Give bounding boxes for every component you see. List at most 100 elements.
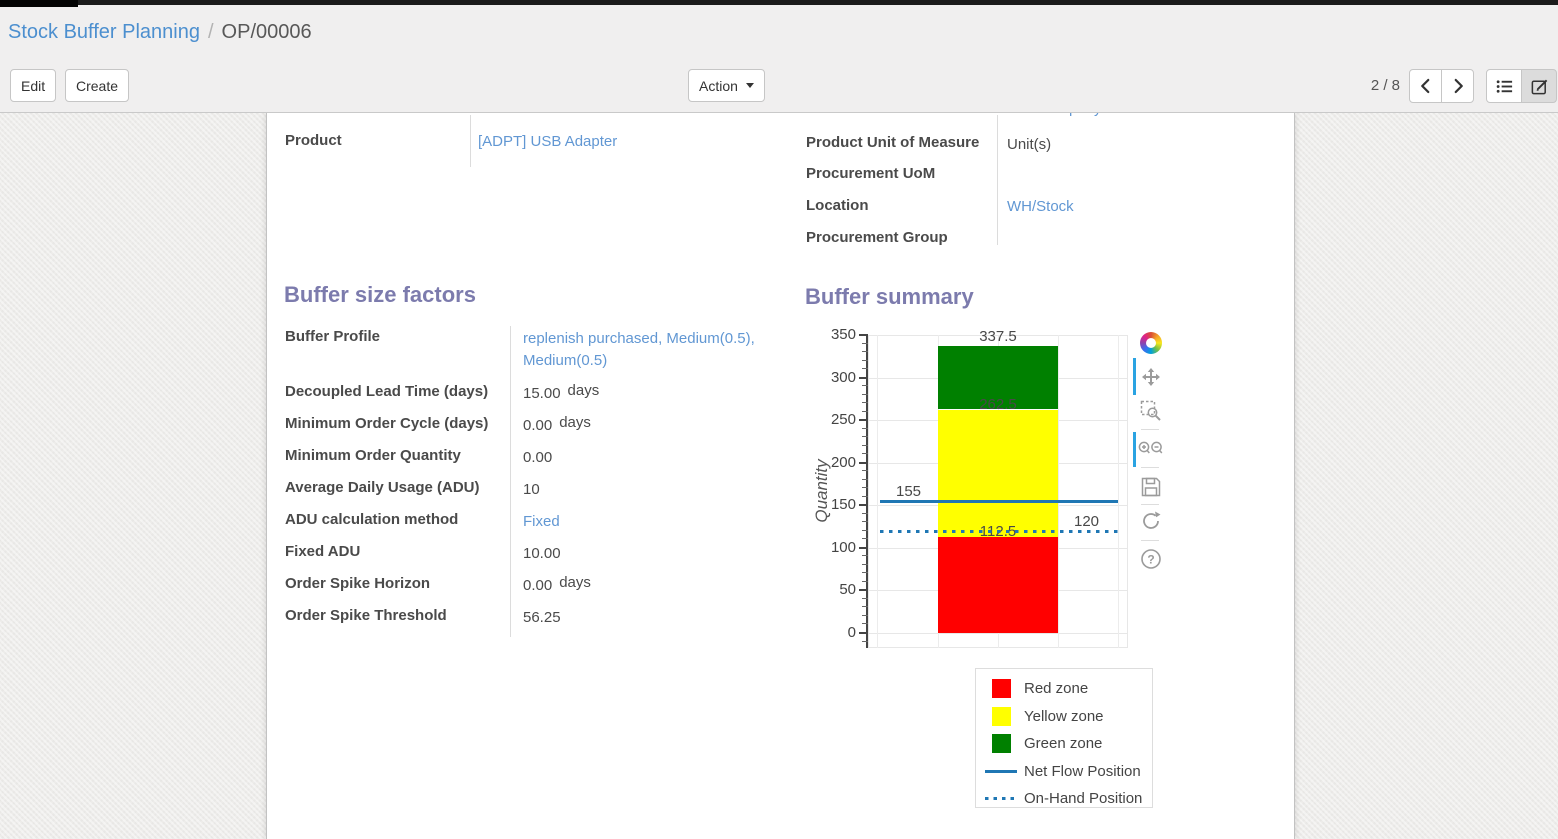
red-zone-swatch-icon — [984, 679, 1018, 698]
y-tick-minor — [862, 470, 868, 471]
y-tick-minor — [862, 479, 868, 480]
legend-item-yellow-zone[interactable]: Yellow zone — [976, 703, 1152, 731]
y-axis-line — [866, 335, 868, 648]
y-tick-label: 250 — [806, 411, 856, 429]
breadcrumb-current: OP/00006 — [222, 21, 312, 43]
action-dropdown-button[interactable]: Action — [688, 69, 765, 102]
y-tick-minor — [862, 538, 868, 539]
modebar-divider — [1141, 467, 1159, 468]
y-tick-minor — [862, 343, 868, 344]
spike-threshold-value: 56.25 — [523, 609, 561, 626]
y-tick-minor — [862, 555, 868, 556]
plotly-modebar: ? — [1132, 325, 1178, 585]
y-tick-minor — [862, 487, 868, 488]
legend-item-red-zone[interactable]: Red zone — [976, 675, 1152, 703]
buffer-size-factors-title: Buffer size factors — [284, 282, 476, 308]
navbar-active-tab[interactable] — [0, 0, 78, 7]
fixed-adu-label: Fixed ADU — [285, 541, 510, 573]
moq-value: 0.00 — [523, 449, 552, 466]
procurement-group-field-label: Procurement Group — [806, 229, 948, 246]
buffer-summary-chart: Quantity — [806, 325, 1186, 660]
control-panel: Stock Buffer Planning / OP/00006 Edit Crea… — [0, 0, 1558, 113]
field-row: Average Daily Usage (ADU) 10 — [285, 477, 785, 509]
adu-value: 10 — [523, 481, 540, 498]
product-field-value[interactable]: [ADPT] USB Adapter — [478, 133, 617, 150]
spike-horizon-value: 0.00 — [523, 577, 552, 594]
y-tick-minor — [862, 351, 868, 352]
field-separator — [997, 115, 998, 245]
y-tick-minor — [862, 606, 868, 607]
list-view-button[interactable] — [1486, 69, 1522, 103]
save-image-icon[interactable] — [1138, 474, 1164, 500]
pager-previous-button[interactable] — [1409, 69, 1442, 103]
pan-icon[interactable] — [1138, 364, 1164, 390]
pager-next-button[interactable] — [1441, 69, 1474, 103]
field-row: Decoupled Lead Time (days) 15.00days — [285, 381, 785, 413]
modebar-divider — [1141, 429, 1159, 430]
form-view-icon — [1530, 77, 1549, 96]
y-tick-minor — [862, 436, 868, 437]
y-tick-major — [859, 547, 868, 549]
product-field-label: Product — [285, 132, 342, 149]
modebar-divider — [1141, 540, 1159, 541]
y-tick-major — [859, 589, 868, 591]
breadcrumb-separator: / — [208, 21, 214, 43]
buffer-profile-value[interactable]: replenish purchased, Medium(0.5), Medium… — [523, 328, 775, 372]
field-separator — [470, 115, 471, 167]
breadcrumb-parent-link[interactable]: Stock Buffer Planning — [8, 21, 200, 43]
field-row: Minimum Order Quantity 0.00 — [285, 445, 785, 477]
y-tick-minor — [862, 521, 868, 522]
legend-item-green-zone[interactable]: Green zone — [976, 730, 1152, 758]
caret-down-icon — [746, 83, 754, 88]
spike-horizon-label: Order Spike Horizon — [285, 573, 510, 605]
bar-value-label: 337.5 — [938, 329, 1058, 344]
pager-counter: 2 / 8 — [1338, 69, 1400, 102]
buffer-size-factors-group: Buffer Profile replenish purchased, Medi… — [285, 326, 785, 637]
field-row: Fixed ADU 10.00 — [285, 541, 785, 573]
y-tick-label: 200 — [806, 454, 856, 472]
company-field-clipped: YourCompany — [1007, 113, 1147, 117]
line-value-label: 155 — [896, 484, 921, 499]
procurement-uom-field-label: Procurement UoM — [806, 165, 935, 182]
create-button[interactable]: Create — [65, 69, 129, 102]
location-field-value[interactable]: WH/Stock — [1007, 198, 1074, 215]
edit-button[interactable]: Edit — [10, 69, 56, 102]
bar-segment-yellow-zone — [938, 410, 1058, 538]
y-tick-label: 0 — [806, 624, 856, 642]
help-icon[interactable]: ? — [1138, 546, 1164, 572]
y-tick-major — [859, 419, 868, 421]
reset-axes-icon[interactable] — [1138, 508, 1164, 534]
legend-label: On-Hand Position — [1024, 790, 1142, 807]
plotly-logo-icon[interactable] — [1140, 332, 1162, 354]
field-row: Order Spike Horizon 0.00days — [285, 573, 785, 605]
box-zoom-icon[interactable] — [1138, 398, 1164, 424]
y-tick-minor — [862, 411, 868, 412]
legend-item-net-flow-position[interactable]: Net Flow Position — [976, 758, 1152, 786]
dlt-suffix: days — [568, 382, 600, 399]
form-view-button[interactable] — [1521, 69, 1557, 103]
moq-label: Minimum Order Quantity — [285, 445, 510, 477]
y-tick-label: 300 — [806, 369, 856, 387]
create-button-label: Create — [76, 78, 118, 94]
location-field-label: Location — [806, 197, 869, 214]
y-tick-minor — [862, 598, 868, 599]
y-tick-minor — [862, 530, 868, 531]
dlt-value: 15.00 — [523, 385, 561, 402]
legend-label: Red zone — [1024, 680, 1088, 697]
moc-suffix: days — [559, 414, 591, 431]
legend-label: Yellow zone — [1024, 708, 1104, 725]
adu-method-value[interactable]: Fixed — [523, 513, 560, 530]
action-button-label: Action — [699, 78, 738, 94]
gridline-vertical — [1058, 335, 1059, 648]
y-tick-major — [859, 632, 868, 634]
gridline-vertical — [877, 335, 878, 648]
zoom-in-out-icon[interactable] — [1138, 436, 1164, 462]
field-row: Minimum Order Cycle (days) 0.00days — [285, 413, 785, 445]
view-switcher — [1486, 69, 1557, 103]
uom-field-label: Product Unit of Measure — [806, 134, 979, 151]
modebar-active-marker — [1133, 358, 1136, 395]
line-value-label: 120 — [1074, 514, 1099, 529]
moc-label: Minimum Order Cycle (days) — [285, 413, 510, 445]
legend-item-on-hand-position[interactable]: On-Hand Position — [976, 785, 1152, 813]
chevron-left-icon — [1417, 77, 1435, 95]
